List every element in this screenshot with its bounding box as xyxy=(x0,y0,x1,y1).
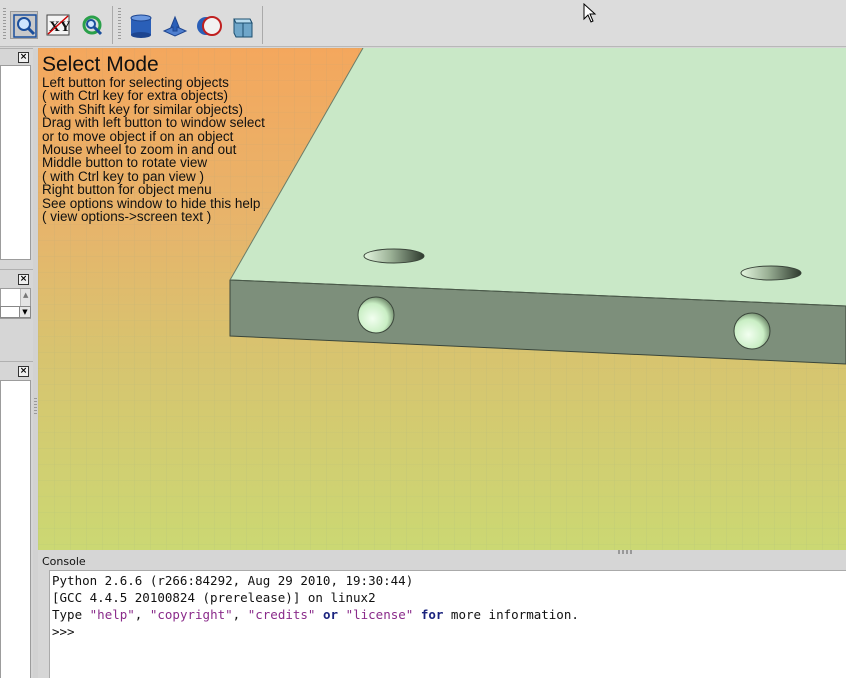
toolbar-separator xyxy=(112,6,113,44)
help-line: See options window to hide this help xyxy=(42,195,261,211)
cylinder-button[interactable] xyxy=(126,11,154,39)
help-line: or to move object if on an object xyxy=(42,128,234,144)
fit-all-button[interactable] xyxy=(10,11,38,39)
help-line: Mouse wheel to zoom in and out xyxy=(42,142,237,158)
boolean-button[interactable] xyxy=(194,11,222,39)
help-line: ( view options->screen text ) xyxy=(42,209,212,225)
splitter-grip[interactable] xyxy=(34,398,37,414)
help-line: ( with Ctrl key to pan view ) xyxy=(42,168,205,184)
console-line: Type "help", "copyright", "credits" or "… xyxy=(52,607,579,622)
3d-viewport[interactable]: Select Mode Left button for selecting ob… xyxy=(38,48,846,550)
help-line: ( with Ctrl key for extra objects) xyxy=(42,88,229,104)
help-line: Left button for selecting objects xyxy=(42,75,229,90)
view-xy-icon: XY xyxy=(46,14,70,36)
help-title: Select Mode xyxy=(42,53,159,76)
dock-panel-tree: × xyxy=(0,48,33,262)
console-title: Console xyxy=(42,555,86,568)
dock-panel-properties: × ▲ ▼ xyxy=(0,269,33,357)
chevron-down-icon[interactable]: ▼ xyxy=(19,307,30,317)
cylinder-icon xyxy=(130,14,152,38)
boolean-icon xyxy=(197,16,222,36)
svg-text:XY: XY xyxy=(49,19,70,35)
scroll-up-icon[interactable]: ▲ xyxy=(23,291,28,299)
close-icon[interactable]: × xyxy=(18,366,29,377)
toolbar-grip[interactable] xyxy=(118,8,121,40)
console-prompt[interactable]: >>> xyxy=(52,624,75,639)
extrude-button[interactable] xyxy=(160,11,188,39)
console-output[interactable]: Python 2.6.6 (r266:84292, Aug 29 2010, 1… xyxy=(49,570,846,678)
hole-top-2 xyxy=(740,265,802,281)
console-panel: Console Python 2.6.6 (r266:84292, Aug 29… xyxy=(38,554,846,678)
help-line: Middle button to rotate view xyxy=(42,155,208,171)
hole-side-2 xyxy=(733,312,771,350)
hole-top-1 xyxy=(363,248,425,264)
help-line: ( with Shift key for similar objects) xyxy=(42,101,244,117)
help-line: Right button for object menu xyxy=(42,182,212,198)
cad-window: XY × × ▲ ▼ × Select Mode Left button for… xyxy=(0,0,846,678)
close-icon[interactable]: × xyxy=(18,52,29,63)
help-overlay: Select Mode Left button for selecting ob… xyxy=(42,53,265,225)
tree-view[interactable] xyxy=(0,65,31,260)
dock-panel-options: × xyxy=(0,361,33,678)
close-icon[interactable]: × xyxy=(18,274,29,285)
property-select[interactable]: ▼ xyxy=(0,306,31,318)
prism-button[interactable] xyxy=(228,11,256,39)
main-toolbar: XY xyxy=(0,0,846,47)
console-line: [GCC 4.4.5 20100824 (prerelease)] on lin… xyxy=(52,590,376,605)
left-dock: × × ▲ ▼ × xyxy=(0,48,33,678)
console-line: Python 2.6.6 (r266:84292, Aug 29 2010, 1… xyxy=(52,573,414,588)
extrude-icon xyxy=(162,15,188,37)
hole-side-1 xyxy=(357,296,395,334)
rotate-view-icon xyxy=(82,15,103,36)
rotate-view-button[interactable] xyxy=(78,11,106,39)
toolbar-separator xyxy=(262,6,263,44)
mouse-cursor-icon xyxy=(583,3,597,23)
options-panel[interactable] xyxy=(0,380,31,678)
help-line: Drag with left button to window select xyxy=(42,115,265,131)
toolbar-grip[interactable] xyxy=(3,8,6,40)
fit-all-icon xyxy=(13,14,37,38)
prism-icon xyxy=(233,18,253,38)
view-xy-button[interactable]: XY xyxy=(44,11,72,39)
